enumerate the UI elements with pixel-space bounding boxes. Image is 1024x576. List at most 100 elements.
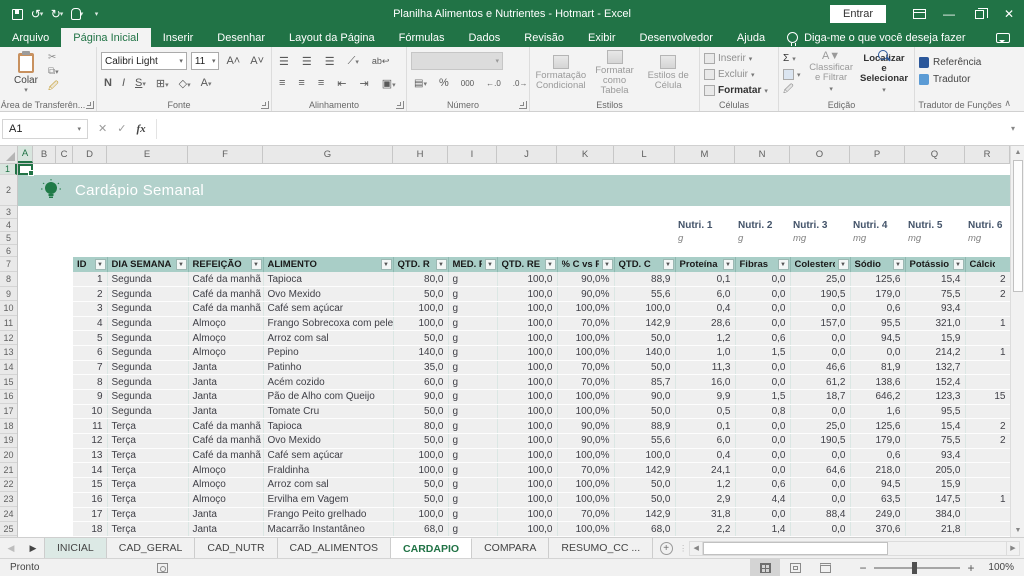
cell[interactable]: Almoço bbox=[188, 331, 263, 346]
cell[interactable]: Tapioca bbox=[263, 272, 393, 287]
close-icon[interactable]: ✕ bbox=[994, 0, 1024, 28]
tab-inserir[interactable]: Inserir bbox=[151, 28, 206, 47]
cell[interactable]: g bbox=[448, 478, 497, 493]
cell[interactable]: Terça bbox=[107, 448, 188, 463]
vertical-scrollbar[interactable]: ▲ ▼ bbox=[1010, 146, 1024, 537]
cell[interactable]: 100,0% bbox=[557, 390, 614, 405]
cell[interactable]: Segunda bbox=[107, 287, 188, 302]
cell[interactable]: 100,0% bbox=[557, 404, 614, 419]
cell[interactable]: g bbox=[448, 272, 497, 287]
sheet-tab-cad-alimentos[interactable]: CAD_ALIMENTOS bbox=[278, 538, 392, 558]
cell[interactable]: 55,6 bbox=[614, 434, 675, 449]
row-header-13[interactable]: 13 bbox=[0, 345, 17, 360]
cell[interactable]: g bbox=[448, 390, 497, 405]
cell[interactable]: 31,8 bbox=[675, 507, 735, 522]
cell[interactable]: 0,1 bbox=[675, 272, 735, 287]
format-painter-icon[interactable]: 🖉 bbox=[48, 81, 59, 92]
row-header-3[interactable]: 3 bbox=[0, 206, 17, 219]
cell[interactable]: 0,0 bbox=[735, 375, 790, 390]
cell[interactable] bbox=[965, 375, 1010, 390]
cell[interactable]: 100,0% bbox=[557, 478, 614, 493]
cell[interactable]: 100,0% bbox=[557, 331, 614, 346]
cell[interactable]: 13 bbox=[73, 448, 107, 463]
cell[interactable]: 50,0 bbox=[614, 492, 675, 507]
cell[interactable]: 18,7 bbox=[790, 390, 850, 405]
cell[interactable]: 15,9 bbox=[905, 331, 965, 346]
cell[interactable]: 90,0% bbox=[557, 287, 614, 302]
cell[interactable]: 0,6 bbox=[735, 331, 790, 346]
cell[interactable]: Café da manhã bbox=[188, 448, 263, 463]
cancel-icon[interactable]: ✕ bbox=[98, 122, 107, 135]
cell[interactable]: 190,5 bbox=[790, 287, 850, 302]
cell[interactable]: 75,5 bbox=[905, 434, 965, 449]
percent-style-icon[interactable]: % bbox=[436, 77, 452, 89]
cell[interactable]: 218,0 bbox=[850, 463, 905, 478]
cell[interactable]: Janta bbox=[188, 360, 263, 375]
format-cells-button[interactable]: Formatar▾ bbox=[704, 83, 774, 98]
cell[interactable]: Arroz com sal bbox=[263, 331, 393, 346]
cell[interactable]: 100,0% bbox=[557, 301, 614, 316]
new-sheet-button[interactable]: + bbox=[653, 538, 679, 558]
cell[interactable]: 15,9 bbox=[905, 478, 965, 493]
cell[interactable]: 1 bbox=[73, 272, 107, 287]
filter-dropdown-icon[interactable]: ▼ bbox=[545, 259, 556, 270]
cell[interactable]: g bbox=[448, 404, 497, 419]
wrap-text-icon[interactable]: ab↩ bbox=[369, 56, 393, 67]
cell[interactable] bbox=[965, 301, 1010, 316]
cell[interactable]: Terça bbox=[107, 463, 188, 478]
horizontal-scrollbar[interactable]: ◀ ▶ bbox=[689, 540, 1020, 556]
row-header-8[interactable]: 8 bbox=[0, 272, 17, 287]
cell[interactable]: Pão de Alho com Queijo bbox=[263, 390, 393, 405]
cell[interactable]: g bbox=[448, 375, 497, 390]
col-header-qtd-re[interactable]: QTD. RE▼ bbox=[497, 257, 557, 272]
cell[interactable]: 214,2 bbox=[905, 345, 965, 360]
cell[interactable]: 11,3 bbox=[675, 360, 735, 375]
column-header-J[interactable]: J bbox=[497, 146, 557, 163]
filter-dropdown-icon[interactable]: ▼ bbox=[838, 259, 849, 270]
cell[interactable]: 0,8 bbox=[735, 404, 790, 419]
filter-dropdown-icon[interactable]: ▼ bbox=[602, 259, 613, 270]
cell[interactable]: 0,0 bbox=[790, 331, 850, 346]
save-icon[interactable] bbox=[8, 4, 26, 24]
select-all-corner[interactable] bbox=[0, 146, 18, 163]
normal-view-button[interactable] bbox=[750, 559, 780, 576]
cell[interactable]: 0,6 bbox=[850, 301, 905, 316]
col-header-pot-ssio[interactable]: Potássio▼ bbox=[905, 257, 965, 272]
cell[interactable] bbox=[965, 463, 1010, 478]
cell[interactable]: Arroz com sal bbox=[263, 478, 393, 493]
col-header--c-vs-r[interactable]: % C vs R▼ bbox=[557, 257, 614, 272]
cell[interactable]: 50,0 bbox=[393, 331, 448, 346]
zoom-slider-thumb[interactable] bbox=[912, 562, 917, 574]
touch-mode-icon[interactable]: ▾ bbox=[68, 4, 86, 24]
cell[interactable]: Terça bbox=[107, 478, 188, 493]
cell[interactable]: 85,7 bbox=[614, 375, 675, 390]
cell[interactable]: 15 bbox=[73, 478, 107, 493]
row-header-20[interactable]: 20 bbox=[0, 448, 17, 463]
cell[interactable]: 0,0 bbox=[735, 287, 790, 302]
cell[interactable]: 9,9 bbox=[675, 390, 735, 405]
cell[interactable]: Café da manhã bbox=[188, 419, 263, 434]
next-sheet-icon[interactable]: ▶ bbox=[22, 538, 44, 558]
cell[interactable]: Macarrão Instantâneo bbox=[263, 522, 393, 537]
cell[interactable]: 0,0 bbox=[735, 507, 790, 522]
comma-style-icon[interactable]: 000 bbox=[458, 79, 477, 88]
cell[interactable]: 70,0% bbox=[557, 507, 614, 522]
undo-icon[interactable]: ↺▾ bbox=[28, 4, 46, 24]
align-top-icon[interactable]: ☰ bbox=[276, 55, 292, 68]
cell[interactable]: Segunda bbox=[107, 301, 188, 316]
col-header-dia-semana[interactable]: DIA SEMANA▼ bbox=[107, 257, 188, 272]
cell[interactable]: 9 bbox=[73, 390, 107, 405]
cell[interactable]: 70,0% bbox=[557, 375, 614, 390]
cell[interactable]: 100,0 bbox=[497, 287, 557, 302]
sheet-tab-cardapio[interactable]: CARDAPIO bbox=[391, 538, 472, 558]
cell[interactable]: 142,9 bbox=[614, 463, 675, 478]
cell[interactable]: 0,0 bbox=[790, 301, 850, 316]
cell[interactable]: 100,0 bbox=[497, 492, 557, 507]
cell[interactable]: 1,6 bbox=[850, 404, 905, 419]
col-header-refei-o[interactable]: REFEIÇÃO▼ bbox=[188, 257, 263, 272]
cell[interactable]: 100,0 bbox=[614, 301, 675, 316]
cell[interactable]: 12 bbox=[73, 434, 107, 449]
tab-formulas[interactable]: Fórmulas bbox=[387, 28, 457, 47]
cell[interactable]: 81,9 bbox=[850, 360, 905, 375]
cell[interactable]: 152,4 bbox=[905, 375, 965, 390]
